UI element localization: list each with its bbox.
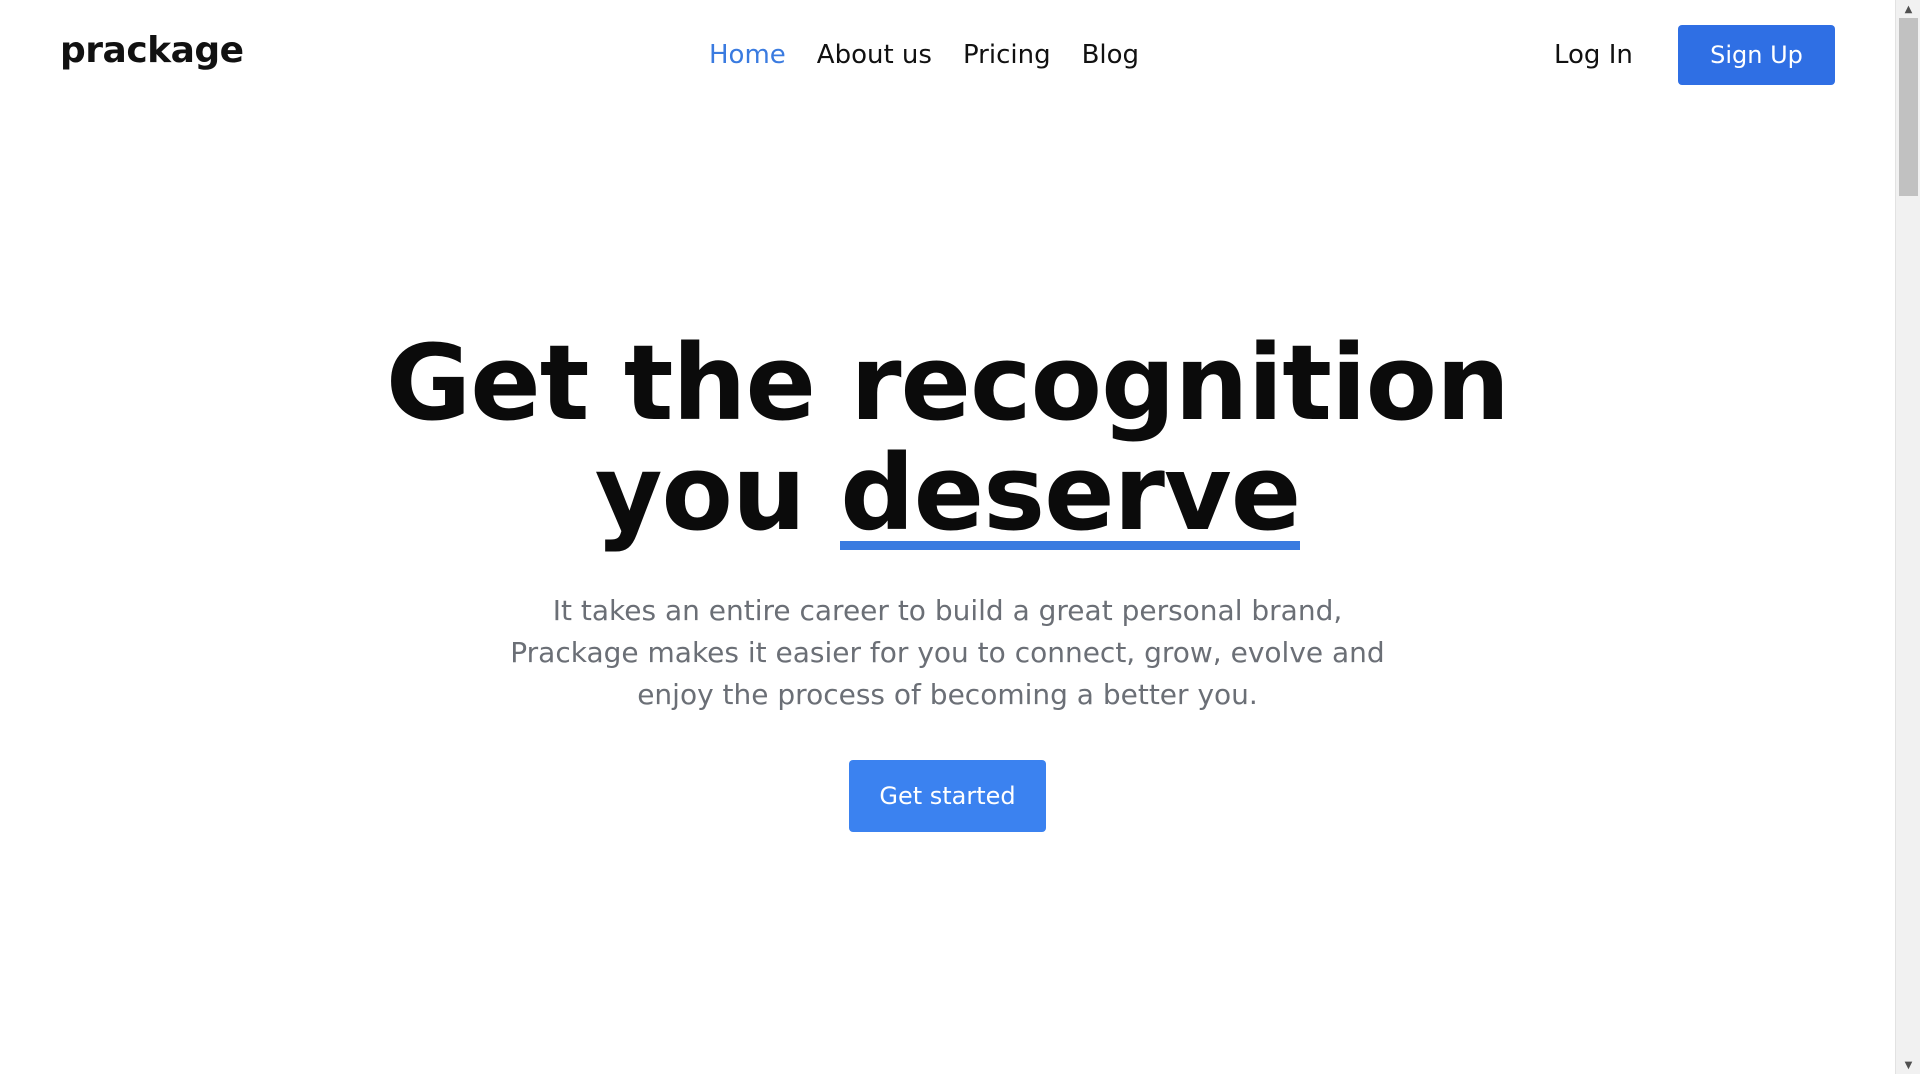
nav-pricing[interactable]: Pricing <box>963 38 1051 72</box>
nav-about-us[interactable]: About us <box>817 38 932 72</box>
signup-button[interactable]: Sign Up <box>1678 25 1835 85</box>
scroll-thumb[interactable] <box>1899 18 1918 196</box>
nav-blog[interactable]: Blog <box>1082 38 1139 72</box>
scroll-down-arrow-icon[interactable]: ▼ <box>1896 1056 1920 1074</box>
landing-page: prackage Home About us Pricing Blog Log … <box>0 0 1895 1074</box>
hero-title-prefix: you <box>594 432 841 554</box>
get-started-button[interactable]: Get started <box>849 760 1046 832</box>
vertical-scrollbar[interactable]: ▲ ▼ <box>1895 0 1920 1074</box>
hero-subtitle-line: enjoy the process of becoming a better y… <box>637 678 1258 711</box>
login-link[interactable]: Log In <box>1554 38 1633 72</box>
hero-title: Get the recognition you deserve <box>0 328 1895 550</box>
scroll-up-arrow-icon[interactable]: ▲ <box>1896 0 1920 18</box>
logo[interactable]: prackage <box>60 30 244 71</box>
hero-title-highlight: deserve <box>840 432 1301 554</box>
nav-home[interactable]: Home <box>709 38 786 72</box>
hero-subtitle-line: Prackage makes it easier for you to conn… <box>510 636 1385 669</box>
hero-title-line1: Get the recognition <box>385 322 1510 444</box>
hero-title-line2: you deserve <box>0 438 1895 550</box>
hero-subtitle: It takes an entire career to build a gre… <box>0 590 1895 716</box>
hero-subtitle-line: It takes an entire career to build a gre… <box>552 594 1343 627</box>
main-nav: Home About us Pricing Blog <box>709 38 1139 72</box>
